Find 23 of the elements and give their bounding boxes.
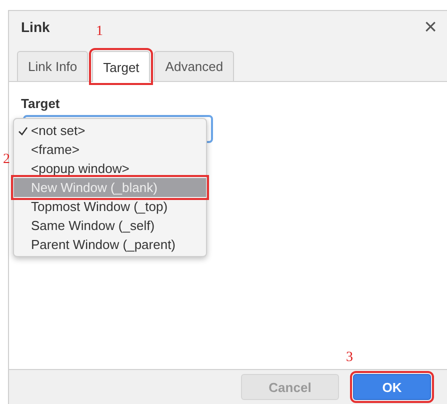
menu-option[interactable]: <frame>: [14, 140, 206, 159]
option-label: Topmost Window (_top): [31, 199, 168, 214]
close-button[interactable]: ×: [422, 16, 439, 38]
option-label: <not set>: [31, 123, 86, 138]
option-label: New Window (_blank): [31, 180, 158, 195]
option-label: Parent Window (_parent): [31, 237, 176, 252]
callout-number: 1: [96, 24, 103, 40]
menu-option[interactable]: Parent Window (_parent): [14, 235, 206, 254]
menu-option[interactable]: <not set>: [14, 121, 206, 140]
tab[interactable]: Link Info: [17, 51, 88, 81]
callout-number: 3: [346, 350, 353, 366]
callout-number: 2: [3, 152, 10, 168]
tab[interactable]: Target: [92, 51, 150, 82]
menu-option[interactable]: <popup window>: [14, 159, 206, 178]
menu-option[interactable]: Same Window (_self): [14, 216, 206, 235]
menu-option[interactable]: Topmost Window (_top): [14, 197, 206, 216]
option-label: Same Window (_self): [31, 218, 155, 233]
field-label: Target: [21, 96, 61, 111]
option-label: <popup window>: [31, 161, 130, 176]
tab[interactable]: Advanced: [154, 51, 234, 81]
ok-button[interactable]: OK: [353, 374, 431, 400]
dialog-title: Link: [21, 19, 50, 35]
option-label: <frame>: [31, 142, 80, 157]
